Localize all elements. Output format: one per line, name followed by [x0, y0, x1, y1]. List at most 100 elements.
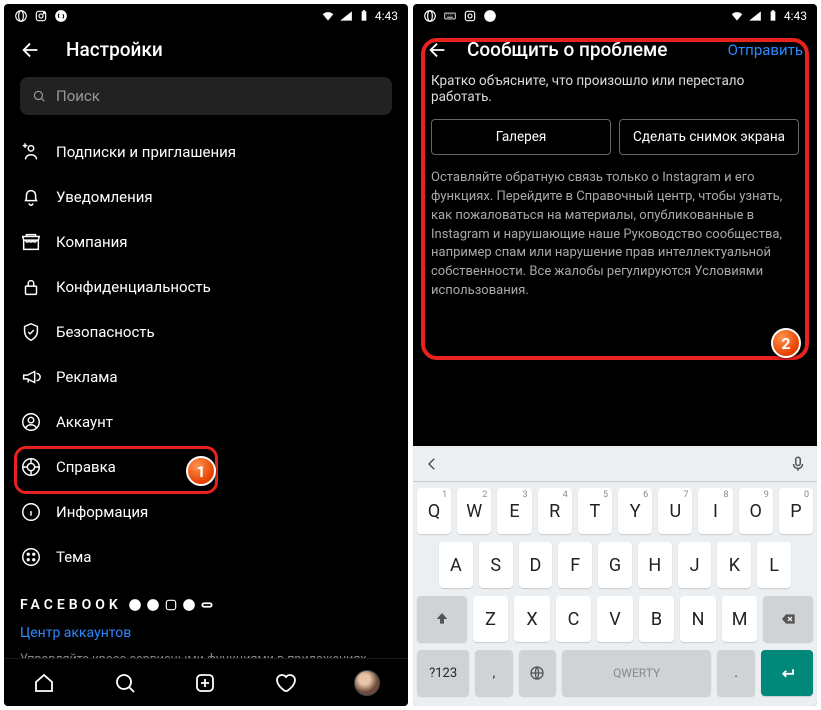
shield-icon	[20, 321, 42, 343]
opera-icon	[423, 9, 437, 23]
lock-icon	[20, 276, 42, 298]
search-placeholder: Поиск	[56, 87, 100, 105]
menu-label: Конфиденциальность	[56, 278, 211, 296]
menu-item-privacy[interactable]: Конфиденциальность	[20, 264, 392, 309]
key-j[interactable]: J	[678, 542, 712, 588]
menu-item-account[interactable]: Аккаунт	[20, 399, 392, 444]
key-d[interactable]: D	[519, 542, 553, 588]
key-e[interactable]: E3	[497, 488, 531, 534]
key-row-4: ?123 , QWERTY .	[417, 650, 813, 696]
lang-key[interactable]	[519, 650, 556, 696]
prompt-text: Кратко объясните, что произошло или пере…	[431, 73, 799, 105]
key-i[interactable]: I8	[698, 488, 732, 534]
gallery-button[interactable]: Галерея	[431, 119, 611, 155]
report-form: Кратко объясните, что произошло или пере…	[413, 73, 817, 301]
menu-item-notifications[interactable]: Уведомления	[20, 174, 392, 219]
back-icon[interactable]	[20, 39, 42, 61]
key-f[interactable]: F	[558, 542, 592, 588]
key-row-1: Q1 W2 E3 R4 T5 Y6 U7 I8 O9 P0	[417, 488, 813, 534]
phone-left: 4:43 Настройки Поиск Подписки и приглаше…	[4, 4, 408, 706]
soft-keyboard[interactable]: Q1 W2 E3 R4 T5 Y6 U7 I8 O9 P0 A S D F G …	[413, 446, 817, 706]
screenshot-button[interactable]: Сделать снимок экрана	[619, 119, 799, 155]
messenger-icon	[146, 598, 160, 612]
facebook-label: FACEBOOK	[20, 597, 122, 613]
menu-item-business[interactable]: Компания	[20, 219, 392, 264]
status-bar: 4:43	[413, 4, 817, 28]
comma-key[interactable]: ,	[475, 650, 512, 696]
menu-label: Справка	[56, 458, 116, 476]
space-key[interactable]: QWERTY	[562, 650, 711, 696]
instagram2-icon	[164, 598, 178, 612]
menu-item-about[interactable]: Информация	[20, 489, 392, 534]
shift-key[interactable]	[417, 596, 467, 642]
key-z[interactable]: Z	[473, 596, 509, 642]
page-title: Настройки	[66, 38, 163, 61]
period-key[interactable]: .	[717, 650, 754, 696]
clock: 4:43	[784, 9, 807, 23]
info-icon	[20, 501, 42, 523]
send-button[interactable]: Отправить	[728, 41, 803, 59]
menu-label: Компания	[56, 233, 127, 251]
key-k[interactable]: K	[717, 542, 751, 588]
key-row-3: Z X C V B N M	[417, 596, 813, 642]
header: Сообщить о проблеме Отправить	[413, 28, 817, 73]
key-q[interactable]: Q1	[417, 488, 451, 534]
shazam-icon	[54, 9, 68, 23]
account-center-link[interactable]: Центр аккаунтов	[4, 619, 408, 647]
key-b[interactable]: B	[639, 596, 675, 642]
back-icon[interactable]	[427, 39, 449, 61]
menu-item-security[interactable]: Безопасность	[20, 309, 392, 354]
key-t[interactable]: T5	[578, 488, 612, 534]
step-badge-1: 1	[186, 456, 216, 486]
key-y[interactable]: Y6	[618, 488, 652, 534]
key-m[interactable]: M	[722, 596, 758, 642]
key-p[interactable]: P0	[779, 488, 813, 534]
menu-label: Безопасность	[56, 323, 155, 341]
key-v[interactable]: V	[597, 596, 633, 642]
key-r[interactable]: R4	[538, 488, 572, 534]
search-input[interactable]: Поиск	[20, 77, 392, 115]
storefront-icon	[20, 231, 42, 253]
keyboard-status-icon	[443, 9, 457, 23]
account-icon	[20, 411, 42, 433]
enter-key[interactable]	[761, 650, 813, 696]
add-post-icon[interactable]	[193, 671, 217, 695]
whatsapp-icon	[182, 598, 196, 612]
menu-item-theme[interactable]: Тема	[20, 534, 392, 579]
status-bar: 4:43	[4, 4, 408, 28]
menu-label: Тема	[56, 548, 91, 566]
key-x[interactable]: X	[514, 596, 550, 642]
key-u[interactable]: U7	[658, 488, 692, 534]
key-w[interactable]: W2	[457, 488, 491, 534]
mode-key[interactable]: ?123	[417, 650, 469, 696]
menu-label: Уведомления	[56, 188, 153, 206]
key-o[interactable]: O9	[739, 488, 773, 534]
clock: 4:43	[375, 9, 398, 23]
heart-icon[interactable]	[273, 671, 297, 695]
menu-item-ads[interactable]: Реклама	[20, 354, 392, 399]
chevron-left-icon[interactable]	[423, 455, 441, 473]
key-g[interactable]: G	[598, 542, 632, 588]
fb-icon	[128, 598, 142, 612]
backspace-key[interactable]	[763, 596, 813, 642]
profile-avatar[interactable]	[354, 670, 380, 696]
menu-label: Аккаунт	[56, 413, 113, 431]
search-icon	[32, 89, 46, 103]
settings-menu: Подписки и приглашения Уведомления Компа…	[4, 129, 408, 579]
menu-label: Реклама	[56, 368, 118, 386]
mic-icon[interactable]	[789, 455, 807, 473]
home-icon[interactable]	[32, 671, 56, 695]
key-row-2: A S D F G H J K L	[417, 542, 813, 588]
key-c[interactable]: C	[556, 596, 592, 642]
key-h[interactable]: H	[638, 542, 672, 588]
battery-icon	[766, 9, 780, 23]
menu-item-follow[interactable]: Подписки и приглашения	[20, 129, 392, 174]
header: Настройки	[4, 28, 408, 73]
wifi-icon	[321, 9, 335, 23]
key-a[interactable]: A	[439, 542, 473, 588]
instagram-icon	[34, 9, 48, 23]
key-l[interactable]: L	[757, 542, 791, 588]
key-n[interactable]: N	[680, 596, 716, 642]
key-s[interactable]: S	[479, 542, 513, 588]
search-nav-icon[interactable]	[113, 671, 137, 695]
